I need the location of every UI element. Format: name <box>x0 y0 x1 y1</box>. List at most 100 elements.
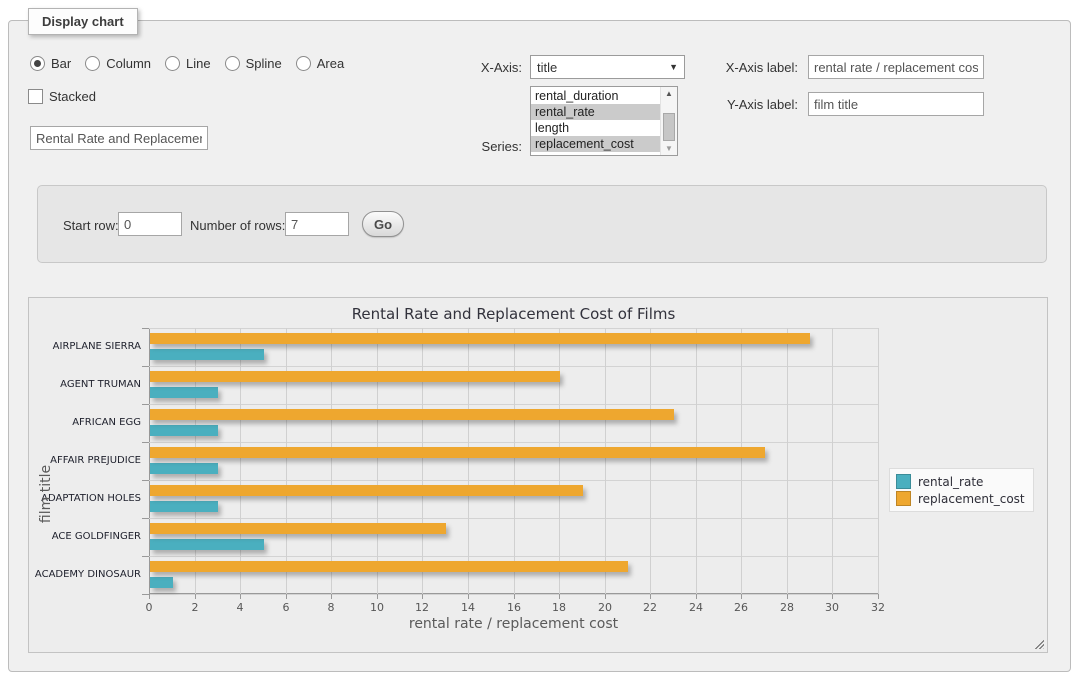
y-axis-line <box>149 328 150 594</box>
radio-label-area: Area <box>317 56 344 71</box>
x-axis-tick <box>559 594 560 599</box>
y-category-label: AGENT TRUMAN <box>31 366 141 404</box>
x-tick-label: 20 <box>590 601 620 614</box>
x-tick-label: 4 <box>225 601 255 614</box>
y-axis-tick <box>142 404 149 405</box>
y-category-label: AIRPLANE SIERRA <box>31 328 141 366</box>
x-tick-label: 8 <box>316 601 346 614</box>
x-axis-select[interactable]: title ▼ <box>530 55 685 79</box>
radio-label-bar: Bar <box>51 56 71 71</box>
x-tick-label: 28 <box>772 601 802 614</box>
gridline-vertical <box>741 328 742 594</box>
x-axis-tick <box>514 594 515 599</box>
legend-swatch <box>896 474 911 489</box>
x-axis-tick <box>605 594 606 599</box>
scrollbar-up-icon[interactable]: ▲ <box>661 89 677 98</box>
radio-spline[interactable] <box>225 56 240 71</box>
x-axis-tick <box>195 594 196 599</box>
radio-area[interactable] <box>296 56 311 71</box>
x-tick-label: 18 <box>544 601 574 614</box>
bar-rental_rate[interactable] <box>150 463 218 474</box>
x-axis-tick <box>696 594 697 599</box>
x-axis-label-input[interactable] <box>808 55 984 79</box>
x-tick-label: 10 <box>362 601 392 614</box>
bar-replacement_cost[interactable] <box>150 561 628 572</box>
chart-legend: rental_rate replacement_cost <box>889 468 1034 512</box>
gridline-vertical <box>559 328 560 594</box>
series-listbox[interactable]: rental_durationrental_ratelengthreplacem… <box>530 86 678 156</box>
num-rows-input[interactable] <box>285 212 349 236</box>
y-axis-tick <box>142 366 149 367</box>
x-axis-title: rental rate / replacement cost <box>149 616 878 632</box>
x-axis-tick <box>149 594 150 599</box>
start-row-input[interactable] <box>118 212 182 236</box>
legend-item-rental_rate[interactable]: rental_rate <box>896 473 1025 490</box>
x-axis-tick <box>741 594 742 599</box>
x-tick-label: 6 <box>271 601 301 614</box>
series-option-rental_rate[interactable]: rental_rate <box>531 104 660 120</box>
bar-rental_rate[interactable] <box>150 501 218 512</box>
x-tick-label: 22 <box>635 601 665 614</box>
legend-label: replacement_cost <box>911 492 1025 506</box>
legend-item-replacement_cost[interactable]: replacement_cost <box>896 490 1025 507</box>
bar-replacement_cost[interactable] <box>150 523 446 534</box>
series-option-length[interactable]: length <box>531 120 660 136</box>
radio-column[interactable] <box>85 56 100 71</box>
bar-replacement_cost[interactable] <box>150 409 674 420</box>
row-range-panel <box>37 185 1047 263</box>
radio-line[interactable] <box>165 56 180 71</box>
bar-replacement_cost[interactable] <box>150 447 765 458</box>
x-tick-label: 26 <box>726 601 756 614</box>
chart-title-input[interactable] <box>30 126 208 150</box>
y-axis-title: film title <box>38 434 54 554</box>
gridline-vertical <box>240 328 241 594</box>
gridline-vertical <box>696 328 697 594</box>
y-axis-tick <box>142 518 149 519</box>
chart-plot-area: 02468101214161820222426283032AIRPLANE SI… <box>149 328 878 594</box>
scrollbar-down-icon[interactable]: ▼ <box>661 144 677 153</box>
gridline-vertical <box>650 328 651 594</box>
bar-rental_rate[interactable] <box>150 425 218 436</box>
y-axis-tick <box>142 594 149 595</box>
go-button[interactable]: Go <box>362 211 404 237</box>
x-axis-select-label: X-Axis: <box>440 60 522 75</box>
y-axis-label-label: Y-Axis label: <box>710 97 798 112</box>
x-axis-tick <box>240 594 241 599</box>
radio-selected-dot <box>34 60 41 67</box>
bar-replacement_cost[interactable] <box>150 371 560 382</box>
gridline-vertical <box>195 328 196 594</box>
x-tick-label: 24 <box>681 601 711 614</box>
stacked-checkbox-icon[interactable] <box>28 89 43 104</box>
y-category-label: ACADEMY DINOSAUR <box>31 556 141 594</box>
radio-bar[interactable] <box>30 56 45 71</box>
x-axis-tick <box>331 594 332 599</box>
bar-replacement_cost[interactable] <box>150 485 583 496</box>
bar-rental_rate[interactable] <box>150 539 264 550</box>
series-option-replacement_cost[interactable]: replacement_cost <box>531 136 660 152</box>
bar-rental_rate[interactable] <box>150 349 264 360</box>
chart-container: Rental Rate and Replacement Cost of Film… <box>28 297 1048 653</box>
x-tick-label: 32 <box>863 601 893 614</box>
bar-rental_rate[interactable] <box>150 387 218 398</box>
x-axis-tick <box>878 594 879 599</box>
x-axis-tick <box>650 594 651 599</box>
gridline-vertical <box>377 328 378 594</box>
stacked-option[interactable]: Stacked <box>28 89 96 104</box>
x-tick-label: 16 <box>499 601 529 614</box>
bar-rental_rate[interactable] <box>150 577 173 588</box>
x-axis-tick <box>286 594 287 599</box>
gridline-vertical <box>832 328 833 594</box>
y-axis-tick <box>142 328 149 329</box>
scrollbar-thumb[interactable] <box>663 113 675 141</box>
series-option-rental_duration[interactable]: rental_duration <box>531 88 660 104</box>
y-axis-label-input[interactable] <box>808 92 984 116</box>
gridline-vertical <box>605 328 606 594</box>
gridline-vertical <box>331 328 332 594</box>
y-axis-tick <box>142 556 149 557</box>
radio-label-column: Column <box>106 56 151 71</box>
series-scrollbar[interactable]: ▲ ▼ <box>660 87 677 155</box>
series-select-label: Series: <box>440 139 522 154</box>
gridline-vertical <box>787 328 788 594</box>
resize-handle-icon[interactable] <box>1033 638 1044 649</box>
bar-replacement_cost[interactable] <box>150 333 810 344</box>
